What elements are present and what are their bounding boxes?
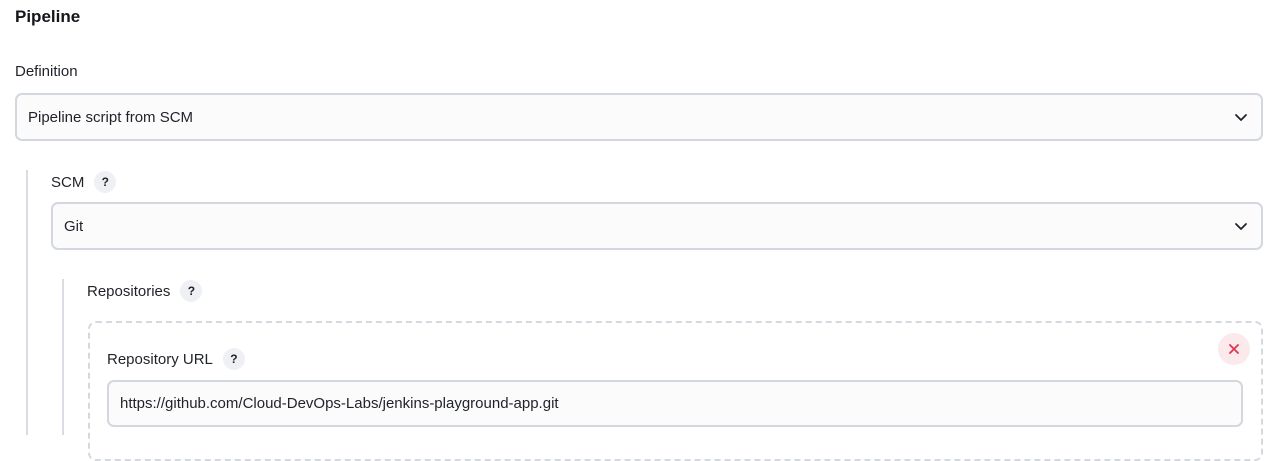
repositories-help-icon[interactable]: ? [180,280,203,302]
definition-label-text: Definition [15,63,78,80]
chevron-down-icon [1235,223,1247,230]
chevron-down-icon [1235,114,1247,121]
close-icon [1229,344,1239,354]
scm-label-text: SCM [51,173,85,191]
scm-select-value: Git [64,217,84,235]
definition-select[interactable]: Pipeline script from SCM [15,93,1263,141]
repository-url-input[interactable] [107,380,1243,427]
repositories-nesting-line [62,279,64,435]
section-title-pipeline: Pipeline [15,7,81,26]
repository-url-help-icon[interactable]: ? [222,348,245,370]
repositories-label: Repositories ? [87,280,203,302]
definition-select-value: Pipeline script from SCM [28,108,194,126]
repository-url-label: Repository URL ? [107,348,245,370]
scm-nesting-line [26,170,28,435]
definition-label: Definition [15,63,78,80]
scm-select[interactable]: Git [51,202,1263,250]
delete-repository-button[interactable] [1218,333,1250,365]
repository-url-label-text: Repository URL [107,350,213,368]
repositories-label-text: Repositories [87,282,171,300]
scm-help-icon[interactable]: ? [94,171,117,193]
scm-label: SCM ? [51,171,117,193]
